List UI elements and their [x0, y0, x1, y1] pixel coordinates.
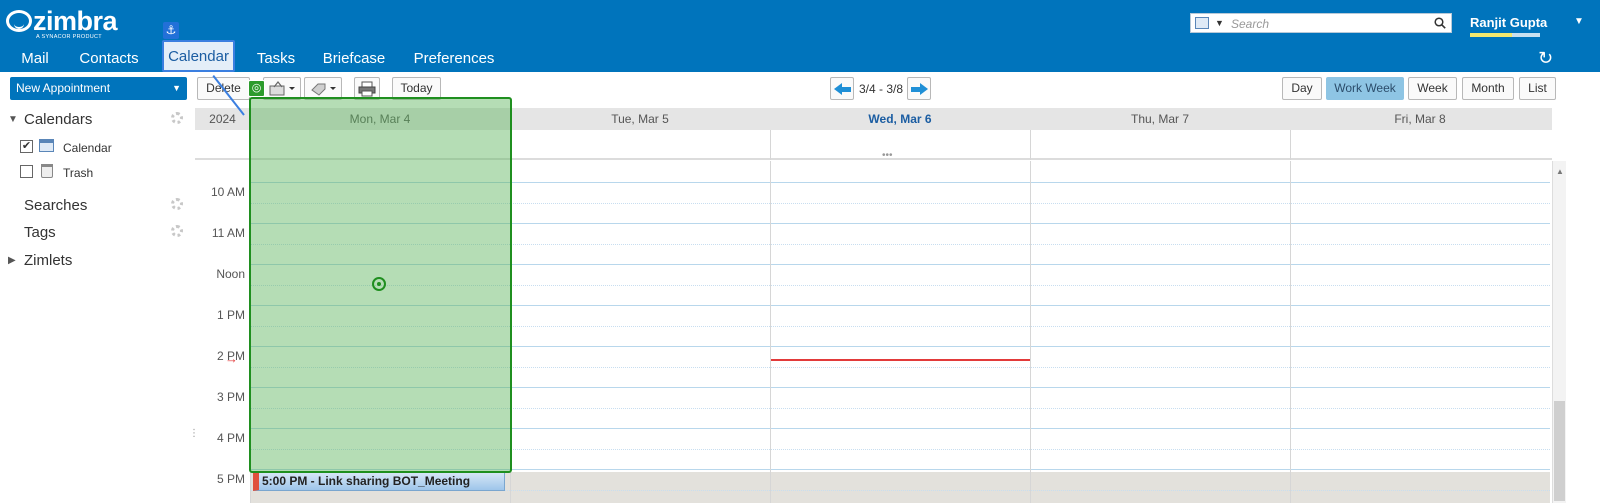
print-icon: [358, 81, 376, 97]
day-header-fri[interactable]: Fri, Mar 8: [1290, 108, 1550, 130]
day-column-thu[interactable]: [1030, 161, 1031, 503]
calendar-folder-icon: [39, 139, 54, 152]
searches-header[interactable]: Searches: [24, 197, 87, 214]
current-time-arrow-icon: →: [225, 351, 238, 366]
day-column-fri[interactable]: [1290, 161, 1291, 503]
selection-marker-icon: ◎: [248, 80, 265, 97]
sidebar-item-trash[interactable]: Trash: [63, 166, 93, 180]
calendars-header[interactable]: Calendars: [24, 111, 92, 128]
grid-scrollbar[interactable]: ▲: [1552, 161, 1566, 503]
view-month-button[interactable]: Month: [1462, 77, 1514, 100]
refresh-icon[interactable]: ↻: [1538, 48, 1553, 69]
tab-contacts[interactable]: Contacts: [70, 44, 148, 72]
tags-gear-icon[interactable]: [171, 225, 183, 237]
search-scope-calendar-icon[interactable]: [1195, 17, 1209, 29]
scrollbar-thumb[interactable]: [1554, 401, 1565, 501]
trash-icon: [41, 164, 53, 178]
hour-label: 4 PM: [216, 431, 245, 445]
zimbra-logo-icon: [6, 10, 32, 32]
quota-bar-fill: [1470, 33, 1512, 37]
all-day-resize-handle[interactable]: •••: [882, 150, 893, 161]
expand-triangle-icon[interactable]: ▶: [8, 255, 16, 266]
arrow-right-icon: [920, 83, 928, 95]
search-input[interactable]: Search: [1231, 17, 1269, 31]
current-time-line: [771, 359, 1030, 361]
date-range: 3/4 - 3/8: [859, 82, 904, 96]
brand-tagline: A SYNACOR PRODUCT: [36, 34, 102, 40]
day-header-thu[interactable]: Thu, Mar 7: [1030, 108, 1290, 130]
hour-label: 11 AM: [211, 226, 245, 240]
brand-name: zimbra: [33, 6, 118, 36]
tab-mail[interactable]: Mail: [8, 44, 62, 72]
tab-briefcase[interactable]: Briefcase: [316, 44, 392, 72]
collapse-triangle-icon[interactable]: ▼: [8, 114, 18, 125]
next-week-button[interactable]: [907, 77, 931, 100]
hour-label: 5 PM: [216, 472, 245, 486]
all-day-divider: [770, 130, 771, 160]
sidebar-item-calendar[interactable]: Calendar: [63, 141, 112, 155]
hour-label: Noon: [216, 267, 245, 281]
hour-label: 3 PM: [216, 390, 245, 404]
scroll-up-icon[interactable]: ▲: [1556, 167, 1564, 176]
zimbra-logo[interactable]: zimbra A SYNACOR PRODUCT: [6, 6, 118, 40]
tab-tasks[interactable]: Tasks: [248, 44, 304, 72]
day-column-wed[interactable]: [770, 161, 771, 503]
arrow-left-shaft: [842, 87, 851, 92]
search-icon[interactable]: [1434, 17, 1446, 29]
zimlets-header[interactable]: Zimlets: [24, 252, 72, 269]
hour-label: 10 AM: [210, 185, 245, 199]
tags-header[interactable]: Tags: [24, 224, 56, 241]
calendar-checkbox[interactable]: ✔: [20, 140, 33, 153]
top-bar: zimbra A SYNACOR PRODUCT ⚓ ▼ Search Ranj…: [0, 0, 1600, 72]
search-box[interactable]: ▼ Search: [1190, 13, 1452, 33]
appointment-link-sharing-bot-meeting[interactable]: 5:00 PM - Link sharing BOT_Meeting: [253, 472, 505, 491]
day-header-tue[interactable]: Tue, Mar 5: [510, 108, 770, 130]
all-day-divider: [1290, 130, 1291, 160]
target-crosshair-icon: [372, 277, 386, 291]
calendars-gear-icon[interactable]: [171, 112, 183, 124]
arrow-left-icon: [834, 83, 842, 95]
hour-label: 1 PM: [216, 308, 245, 322]
all-day-divider: [1030, 130, 1031, 160]
previous-week-button[interactable]: [830, 77, 854, 100]
new-appointment-label: New Appointment: [16, 81, 111, 95]
trash-checkbox[interactable]: [20, 165, 33, 178]
user-menu-dropdown-icon[interactable]: ▼: [1574, 16, 1584, 27]
move-folder-icon: [269, 81, 295, 96]
user-menu[interactable]: Ranjit Gupta: [1470, 15, 1547, 30]
view-work-week-button[interactable]: Work Week: [1326, 77, 1404, 100]
new-appointment-button[interactable]: New Appointment ▼: [10, 77, 187, 100]
day-header-wed[interactable]: Wed, Mar 6: [770, 108, 1030, 130]
search-scope-dropdown-icon[interactable]: ▼: [1215, 18, 1224, 28]
tab-calendar[interactable]: Calendar: [162, 40, 235, 72]
anchor-icon: ⚓: [163, 22, 179, 39]
searches-gear-icon[interactable]: [171, 198, 183, 210]
tag-icon: [311, 83, 336, 96]
arrow-right-shaft: [911, 87, 920, 92]
view-list-button[interactable]: List: [1519, 77, 1556, 100]
view-day-button[interactable]: Day: [1282, 77, 1322, 100]
new-appointment-dropdown-icon[interactable]: ▼: [172, 77, 181, 100]
quota-bar: [1470, 33, 1540, 37]
view-week-button[interactable]: Week: [1408, 77, 1457, 100]
tab-preferences[interactable]: Preferences: [406, 44, 502, 72]
